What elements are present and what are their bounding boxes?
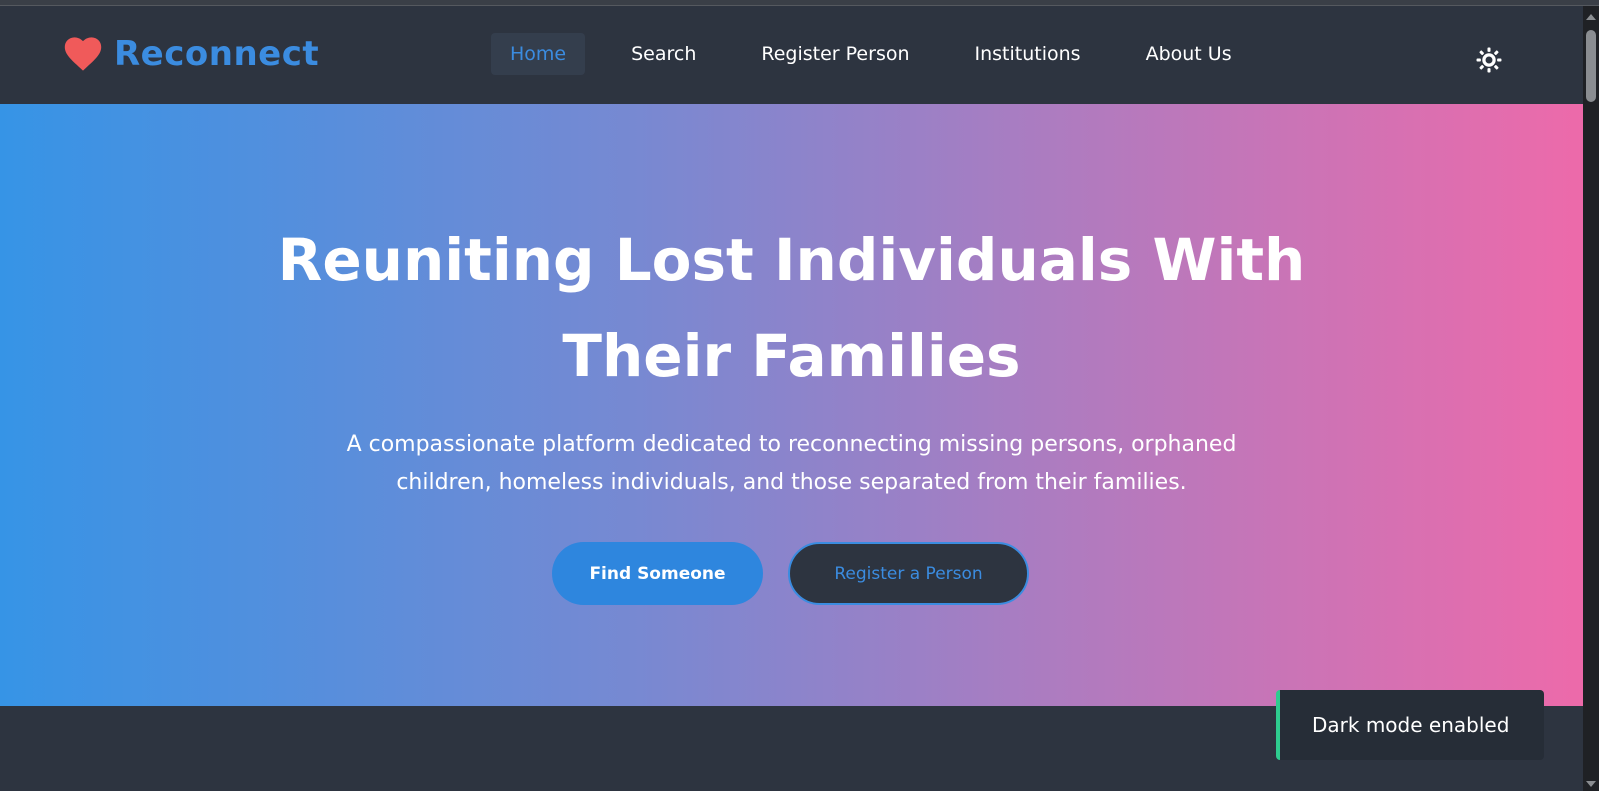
hero-section: Reuniting Lost Individuals With Their Fa…	[0, 104, 1583, 706]
scrollbar[interactable]	[1583, 6, 1599, 791]
scroll-up-arrow-icon[interactable]	[1583, 10, 1599, 24]
brand[interactable]: Reconnect	[64, 34, 319, 74]
hero-subtitle-line2: children, homeless individuals, and thos…	[396, 470, 1187, 495]
toast-notification: Dark mode enabled	[1276, 690, 1544, 760]
heart-icon	[64, 37, 102, 71]
nav-item-search[interactable]: Search	[612, 33, 715, 75]
register-a-person-button[interactable]: Register a Person	[788, 542, 1029, 605]
scroll-thumb[interactable]	[1586, 30, 1596, 102]
nav-item-home[interactable]: Home	[491, 33, 586, 75]
toast-message: Dark mode enabled	[1312, 713, 1510, 737]
brand-name: Reconnect	[114, 34, 320, 74]
scroll-down-arrow-icon[interactable]	[1583, 777, 1599, 791]
hero-title: Reuniting Lost Individuals With Their Fa…	[0, 212, 1583, 404]
hero-title-line2: Their Families	[562, 322, 1021, 390]
nav-links: Home Search Register Person Institutions…	[491, 33, 1278, 75]
sun-icon[interactable]	[1476, 47, 1502, 73]
hero-subtitle-line1: A compassionate platform dedicated to re…	[346, 432, 1237, 457]
navbar: Reconnect Home Search Register Person In…	[0, 6, 1583, 104]
hero-subtitle: A compassionate platform dedicated to re…	[280, 426, 1303, 502]
nav-item-about-us[interactable]: About Us	[1127, 33, 1251, 75]
nav-item-register-person[interactable]: Register Person	[742, 33, 928, 75]
nav-item-institutions[interactable]: Institutions	[956, 33, 1100, 75]
find-someone-button[interactable]: Find Someone	[552, 542, 763, 605]
hero-title-line1: Reuniting Lost Individuals With	[277, 226, 1306, 294]
